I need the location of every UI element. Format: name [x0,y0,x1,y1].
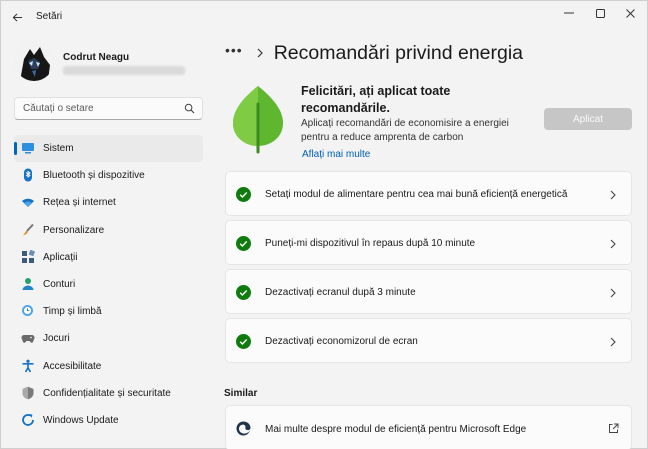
search-icon [184,103,195,114]
sidebar-item-apps[interactable]: Aplicații [14,244,203,271]
sidebar-nav: Sistem Bluetooth și dispozitive Rețea și… [14,135,203,434]
breadcrumb-more-button[interactable]: ••• [225,42,243,58]
recommendation-label: Puneți-mi dispozitivul în repaus după 10… [265,238,476,249]
sidebar-item-label: Accesibilitate [43,360,102,372]
sidebar-item-label: Personalizare [43,224,105,236]
sidebar-item-label: Jocuri [43,333,70,345]
apply-button[interactable]: Aplicat [544,108,632,130]
search-box[interactable] [14,97,203,120]
page-title: Recomandări privind energia [273,41,524,64]
update-icon [22,413,34,426]
section-title-similar: Similar [224,388,258,399]
back-button[interactable] [7,7,27,27]
maximize-button[interactable] [587,5,613,21]
chevron-right-icon [610,190,616,200]
brush-icon [23,223,34,236]
apps-icon [22,249,35,263]
minimize-icon [564,12,574,14]
settings-window: Setări Codrut Neagu Căutați o setare Sis… [0,0,648,449]
sidebar-item-accessibility[interactable]: Accesibilitate [14,353,203,380]
check-circle-icon [236,187,251,202]
recommendation-card[interactable]: Puneți-mi dispozitivul în repaus după 10… [225,220,632,265]
sidebar-item-label: Rețea și internet [43,197,116,209]
sidebar-item-gaming[interactable]: Jocuri [14,325,203,352]
check-circle-icon [236,334,251,349]
recommendation-card[interactable]: Setați modul de alimentare pentru cea ma… [225,171,632,216]
wifi-icon [22,199,34,208]
app-title: Setări [36,11,63,22]
sidebar-item-sistem[interactable]: Sistem [14,135,203,163]
sidebar-item-label: Bluetooth și dispozitive [43,170,145,182]
globe-clock-icon [22,305,33,317]
arrow-left-icon [12,12,22,22]
sidebar-item-label: Conturi [43,278,76,290]
sidebar-item-bluetooth[interactable]: Bluetooth și dispozitive [14,162,203,189]
recommendation-card[interactable]: Dezactivați ecranul după 3 minute [225,269,632,314]
user-profile[interactable]: Codrut Neagu [14,41,214,87]
minimize-button[interactable] [556,5,582,21]
profile-name: Codrut Neagu [63,52,130,63]
maximize-icon [595,8,605,18]
avatar [14,41,54,81]
sidebar-item-time-language[interactable]: Timp și limbă [14,298,203,325]
chevron-right-icon [610,239,616,249]
learn-more-link[interactable]: Aflați mai multe [302,149,370,160]
sidebar-item-label: Aplicații [43,251,78,263]
sidebar-item-label: Sistem [43,143,74,154]
check-circle-icon [236,285,251,300]
similar-link-card[interactable]: Mai multe despre modul de eficiență pent… [225,405,632,449]
check-circle-icon [236,236,251,251]
edge-icon [236,421,251,436]
accessibility-icon [22,359,34,372]
sidebar-item-label: Timp și limbă [43,306,102,318]
monitor-icon [22,143,34,154]
profile-email-redacted [63,66,185,75]
recommendation-label: Dezactivați ecranul după 3 minute [265,287,416,298]
shield-icon [22,386,34,399]
close-button[interactable] [617,5,643,21]
close-icon [625,8,635,18]
recommendation-label: Setați modul de alimentare pentru cea ma… [265,189,568,200]
title-bar: Setări [1,1,647,31]
bluetooth-icon [24,168,32,182]
sidebar-item-label: Confidențialitate și securitate [43,387,171,399]
leaf-icon [233,86,283,154]
sidebar-item-accounts[interactable]: Conturi [14,271,203,298]
search-input[interactable] [23,101,183,116]
hero-description: Aplicați recomandări de economisire a en… [301,118,509,143]
chevron-right-icon [610,337,616,347]
breadcrumb: ••• Recomandări privind energia [225,40,523,66]
external-link-icon [609,423,619,433]
gamepad-icon [21,335,35,344]
sidebar-item-network[interactable]: Rețea și internet [14,189,203,216]
chevron-right-icon [610,288,616,298]
recommendation-card[interactable]: Dezactivați economizorul de ecran [225,318,632,363]
person-icon [22,277,34,290]
recommendation-label: Dezactivați economizorul de ecran [265,336,418,347]
sidebar-item-personalization[interactable]: Personalizare [14,217,203,244]
similar-link-label: Mai multe despre modul de eficiență pent… [265,424,527,435]
hero-title: Felicitări, ați aplicat toate recomandăr… [301,84,451,115]
sidebar-item-privacy-security[interactable]: Confidențialitate și securitate [14,380,203,407]
chevron-right-icon [257,48,263,58]
sidebar-item-label: Windows Update [43,414,119,426]
sidebar-item-windows-update[interactable]: Windows Update [14,407,203,434]
